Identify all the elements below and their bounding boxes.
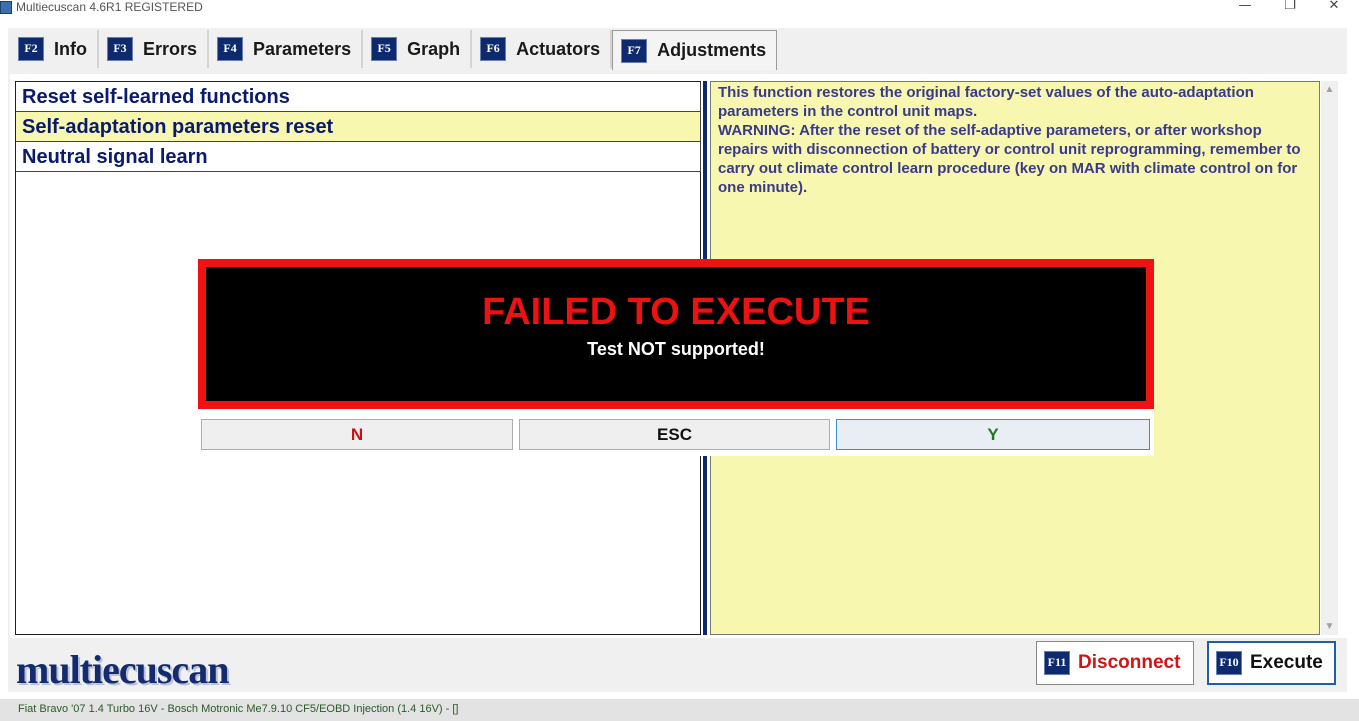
fkey-badge: F5	[371, 37, 398, 61]
esc-button[interactable]: ESC	[519, 419, 830, 450]
close-icon[interactable]: ✕	[1314, 0, 1354, 14]
tab-bar: F2 Info F3 Errors F4 Parameters F5 Graph…	[10, 30, 778, 70]
disconnect-label: Disconnect	[1078, 652, 1181, 673]
fkey-badge: F6	[480, 37, 507, 61]
minimize-icon[interactable]: —	[1225, 0, 1265, 14]
tab-label: Actuators	[516, 38, 601, 59]
yes-button[interactable]: Y	[836, 419, 1150, 450]
title-bar: Multiecuscan 4.6R1 REGISTERED — ❐ ✕	[0, 0, 1359, 26]
tab-errors[interactable]: F3 Errors	[99, 30, 210, 68]
disconnect-button[interactable]: F11 Disconnect	[1036, 641, 1194, 685]
multiecuscan-logo: multiecuscan	[16, 647, 229, 692]
tab-graph[interactable]: F5 Graph	[363, 30, 473, 68]
fkey-badge: F2	[18, 37, 44, 61]
dialog-title: FAILED TO EXECUTE	[482, 291, 870, 333]
tab-label: Info	[54, 38, 87, 59]
description-scrollbar[interactable]: ▲ ▼	[1321, 81, 1338, 635]
app-icon	[0, 1, 12, 14]
execute-label: Execute	[1250, 652, 1323, 673]
tab-info[interactable]: F2 Info	[10, 30, 99, 68]
window-title: Multiecuscan 4.6R1 REGISTERED	[16, 0, 203, 14]
tab-adjustments[interactable]: F7 Adjustments	[612, 30, 778, 70]
execute-button[interactable]: F10 Execute	[1207, 641, 1336, 685]
scroll-down-icon[interactable]: ▼	[1321, 618, 1338, 635]
tab-label: Adjustments	[657, 40, 767, 60]
scroll-up-icon[interactable]: ▲	[1321, 81, 1338, 98]
tab-label: Parameters	[253, 38, 352, 59]
list-item[interactable]: Reset self-learned functions	[16, 82, 701, 112]
fkey-badge: F11	[1044, 651, 1070, 675]
fkey-badge: F7	[621, 38, 648, 63]
tab-label: Errors	[143, 38, 198, 59]
status-bar: Fiat Bravo '07 1.4 Turbo 16V - Bosch Mot…	[0, 699, 1359, 721]
status-text: Fiat Bravo '07 1.4 Turbo 16V - Bosch Mot…	[18, 703, 459, 715]
fkey-badge: F4	[217, 37, 244, 61]
maximize-icon[interactable]: ❐	[1270, 0, 1310, 14]
dialog-message: Test NOT supported!	[587, 339, 765, 359]
tab-parameters[interactable]: F4 Parameters	[209, 30, 364, 68]
tab-label: Graph	[407, 38, 461, 59]
fkey-badge: F3	[107, 37, 133, 61]
list-item-selected[interactable]: Self-adaptation parameters reset	[16, 112, 701, 142]
fkey-badge: F10	[1216, 651, 1242, 675]
list-item[interactable]: Neutral signal learn	[16, 142, 701, 172]
error-banner: FAILED TO EXECUTE Test NOT supported!	[198, 259, 1154, 409]
error-dialog: FAILED TO EXECUTE Test NOT supported! N …	[198, 259, 1154, 456]
tab-actuators[interactable]: F6 Actuators	[472, 30, 613, 68]
no-button[interactable]: N	[201, 419, 513, 450]
